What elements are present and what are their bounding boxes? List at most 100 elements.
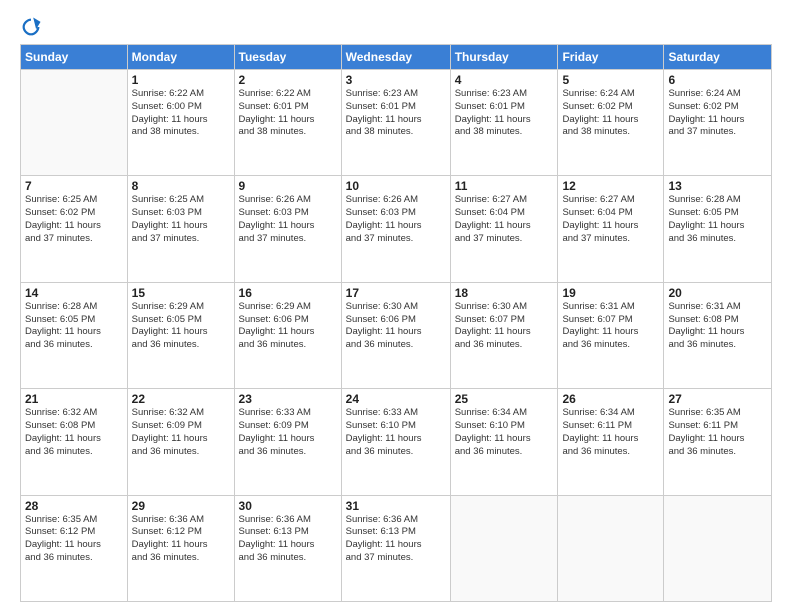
day-info: Sunrise: 6:26 AMSunset: 6:03 PMDaylight:… — [239, 194, 337, 245]
day-number: 17 — [346, 286, 446, 300]
day-number: 20 — [668, 286, 767, 300]
calendar-cell: 14Sunrise: 6:28 AMSunset: 6:05 PMDayligh… — [21, 282, 128, 388]
calendar-cell: 4Sunrise: 6:23 AMSunset: 6:01 PMDaylight… — [450, 70, 558, 176]
calendar-cell — [558, 495, 664, 601]
day-number: 1 — [132, 73, 230, 87]
day-number: 22 — [132, 392, 230, 406]
calendar-cell: 19Sunrise: 6:31 AMSunset: 6:07 PMDayligh… — [558, 282, 664, 388]
day-info: Sunrise: 6:25 AMSunset: 6:02 PMDaylight:… — [25, 194, 123, 245]
day-info: Sunrise: 6:31 AMSunset: 6:08 PMDaylight:… — [668, 301, 767, 352]
logo-icon — [20, 16, 42, 38]
calendar-cell: 23Sunrise: 6:33 AMSunset: 6:09 PMDayligh… — [234, 389, 341, 495]
day-number: 2 — [239, 73, 337, 87]
day-info: Sunrise: 6:22 AMSunset: 6:00 PMDaylight:… — [132, 88, 230, 139]
calendar-cell: 20Sunrise: 6:31 AMSunset: 6:08 PMDayligh… — [664, 282, 772, 388]
day-number: 21 — [25, 392, 123, 406]
calendar-cell: 9Sunrise: 6:26 AMSunset: 6:03 PMDaylight… — [234, 176, 341, 282]
day-info: Sunrise: 6:33 AMSunset: 6:10 PMDaylight:… — [346, 407, 446, 458]
day-info: Sunrise: 6:31 AMSunset: 6:07 PMDaylight:… — [562, 301, 659, 352]
calendar-cell: 27Sunrise: 6:35 AMSunset: 6:11 PMDayligh… — [664, 389, 772, 495]
calendar-cell: 28Sunrise: 6:35 AMSunset: 6:12 PMDayligh… — [21, 495, 128, 601]
calendar-cell: 6Sunrise: 6:24 AMSunset: 6:02 PMDaylight… — [664, 70, 772, 176]
calendar-cell: 22Sunrise: 6:32 AMSunset: 6:09 PMDayligh… — [127, 389, 234, 495]
day-number: 7 — [25, 179, 123, 193]
calendar-cell: 8Sunrise: 6:25 AMSunset: 6:03 PMDaylight… — [127, 176, 234, 282]
calendar-cell: 12Sunrise: 6:27 AMSunset: 6:04 PMDayligh… — [558, 176, 664, 282]
day-info: Sunrise: 6:27 AMSunset: 6:04 PMDaylight:… — [562, 194, 659, 245]
calendar-cell: 5Sunrise: 6:24 AMSunset: 6:02 PMDaylight… — [558, 70, 664, 176]
header — [20, 16, 772, 38]
day-info: Sunrise: 6:27 AMSunset: 6:04 PMDaylight:… — [455, 194, 554, 245]
day-info: Sunrise: 6:26 AMSunset: 6:03 PMDaylight:… — [346, 194, 446, 245]
day-info: Sunrise: 6:35 AMSunset: 6:12 PMDaylight:… — [25, 514, 123, 565]
day-info: Sunrise: 6:32 AMSunset: 6:09 PMDaylight:… — [132, 407, 230, 458]
day-info: Sunrise: 6:28 AMSunset: 6:05 PMDaylight:… — [668, 194, 767, 245]
day-info: Sunrise: 6:30 AMSunset: 6:07 PMDaylight:… — [455, 301, 554, 352]
day-info: Sunrise: 6:32 AMSunset: 6:08 PMDaylight:… — [25, 407, 123, 458]
weekday-header-saturday: Saturday — [664, 45, 772, 70]
calendar-cell — [664, 495, 772, 601]
day-number: 28 — [25, 499, 123, 513]
calendar-cell: 13Sunrise: 6:28 AMSunset: 6:05 PMDayligh… — [664, 176, 772, 282]
day-number: 3 — [346, 73, 446, 87]
day-info: Sunrise: 6:36 AMSunset: 6:13 PMDaylight:… — [239, 514, 337, 565]
calendar-cell: 30Sunrise: 6:36 AMSunset: 6:13 PMDayligh… — [234, 495, 341, 601]
weekday-header-wednesday: Wednesday — [341, 45, 450, 70]
day-info: Sunrise: 6:23 AMSunset: 6:01 PMDaylight:… — [455, 88, 554, 139]
day-number: 5 — [562, 73, 659, 87]
day-info: Sunrise: 6:28 AMSunset: 6:05 PMDaylight:… — [25, 301, 123, 352]
weekday-header-row: SundayMondayTuesdayWednesdayThursdayFrid… — [21, 45, 772, 70]
day-number: 9 — [239, 179, 337, 193]
week-row-5: 28Sunrise: 6:35 AMSunset: 6:12 PMDayligh… — [21, 495, 772, 601]
day-info: Sunrise: 6:35 AMSunset: 6:11 PMDaylight:… — [668, 407, 767, 458]
day-number: 8 — [132, 179, 230, 193]
day-number: 4 — [455, 73, 554, 87]
calendar: SundayMondayTuesdayWednesdayThursdayFrid… — [20, 44, 772, 602]
day-number: 6 — [668, 73, 767, 87]
weekday-header-monday: Monday — [127, 45, 234, 70]
day-number: 26 — [562, 392, 659, 406]
calendar-cell: 17Sunrise: 6:30 AMSunset: 6:06 PMDayligh… — [341, 282, 450, 388]
weekday-header-tuesday: Tuesday — [234, 45, 341, 70]
day-number: 13 — [668, 179, 767, 193]
day-info: Sunrise: 6:36 AMSunset: 6:12 PMDaylight:… — [132, 514, 230, 565]
calendar-cell: 16Sunrise: 6:29 AMSunset: 6:06 PMDayligh… — [234, 282, 341, 388]
calendar-cell: 31Sunrise: 6:36 AMSunset: 6:13 PMDayligh… — [341, 495, 450, 601]
day-info: Sunrise: 6:29 AMSunset: 6:06 PMDaylight:… — [239, 301, 337, 352]
calendar-cell: 24Sunrise: 6:33 AMSunset: 6:10 PMDayligh… — [341, 389, 450, 495]
day-number: 19 — [562, 286, 659, 300]
day-number: 23 — [239, 392, 337, 406]
page: SundayMondayTuesdayWednesdayThursdayFrid… — [0, 0, 792, 612]
day-info: Sunrise: 6:25 AMSunset: 6:03 PMDaylight:… — [132, 194, 230, 245]
day-number: 29 — [132, 499, 230, 513]
day-info: Sunrise: 6:24 AMSunset: 6:02 PMDaylight:… — [668, 88, 767, 139]
day-number: 15 — [132, 286, 230, 300]
calendar-cell: 15Sunrise: 6:29 AMSunset: 6:05 PMDayligh… — [127, 282, 234, 388]
day-number: 18 — [455, 286, 554, 300]
day-info: Sunrise: 6:34 AMSunset: 6:11 PMDaylight:… — [562, 407, 659, 458]
day-number: 31 — [346, 499, 446, 513]
day-number: 25 — [455, 392, 554, 406]
logo — [20, 16, 46, 38]
day-number: 12 — [562, 179, 659, 193]
weekday-header-friday: Friday — [558, 45, 664, 70]
day-info: Sunrise: 6:29 AMSunset: 6:05 PMDaylight:… — [132, 301, 230, 352]
calendar-cell: 10Sunrise: 6:26 AMSunset: 6:03 PMDayligh… — [341, 176, 450, 282]
calendar-cell: 1Sunrise: 6:22 AMSunset: 6:00 PMDaylight… — [127, 70, 234, 176]
week-row-4: 21Sunrise: 6:32 AMSunset: 6:08 PMDayligh… — [21, 389, 772, 495]
calendar-cell — [21, 70, 128, 176]
day-number: 24 — [346, 392, 446, 406]
day-number: 11 — [455, 179, 554, 193]
calendar-cell — [450, 495, 558, 601]
day-number: 16 — [239, 286, 337, 300]
day-number: 30 — [239, 499, 337, 513]
calendar-cell: 29Sunrise: 6:36 AMSunset: 6:12 PMDayligh… — [127, 495, 234, 601]
day-number: 27 — [668, 392, 767, 406]
calendar-cell: 21Sunrise: 6:32 AMSunset: 6:08 PMDayligh… — [21, 389, 128, 495]
calendar-cell: 18Sunrise: 6:30 AMSunset: 6:07 PMDayligh… — [450, 282, 558, 388]
calendar-cell: 25Sunrise: 6:34 AMSunset: 6:10 PMDayligh… — [450, 389, 558, 495]
calendar-cell: 3Sunrise: 6:23 AMSunset: 6:01 PMDaylight… — [341, 70, 450, 176]
day-info: Sunrise: 6:33 AMSunset: 6:09 PMDaylight:… — [239, 407, 337, 458]
day-number: 10 — [346, 179, 446, 193]
calendar-cell: 2Sunrise: 6:22 AMSunset: 6:01 PMDaylight… — [234, 70, 341, 176]
